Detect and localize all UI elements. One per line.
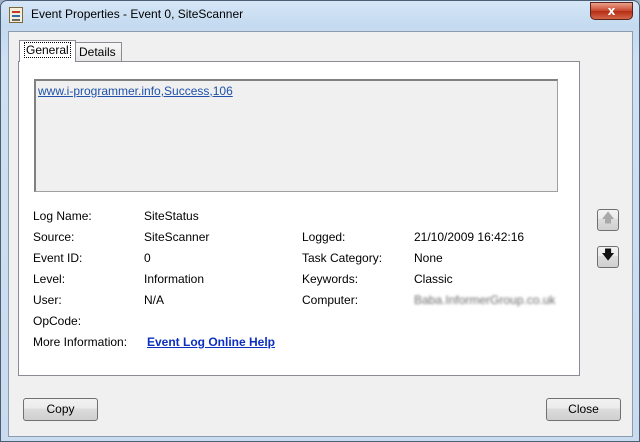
window-close-button[interactable]: x <box>590 2 633 20</box>
previous-event-button[interactable]: 🡅 <box>597 209 619 231</box>
arrow-down-icon: 🡇 <box>601 248 615 263</box>
tab-details[interactable]: Details <box>73 42 122 62</box>
arrow-up-icon: 🡅 <box>601 211 615 226</box>
event-id-value: 0 <box>144 251 151 265</box>
event-message-box[interactable]: www.i-programmer.info,Success,106 <box>34 79 558 192</box>
user-label: User: <box>33 293 62 307</box>
event-message-text[interactable]: www.i-programmer.info,Success,106 <box>38 84 233 98</box>
event-id-label: Event ID: <box>33 251 83 265</box>
source-value: SiteScanner <box>144 230 210 244</box>
level-value: Information <box>144 272 205 286</box>
level-label: Level: <box>33 272 66 286</box>
title-bar[interactable]: Event Properties - Event 0, SiteScanner … <box>1 1 639 29</box>
log-name-value: SiteStatus <box>144 209 199 223</box>
tab-general[interactable]: General <box>19 40 76 62</box>
general-tab-panel: www.i-programmer.info,Success,106 Log Na… <box>18 61 580 376</box>
logged-label: Logged: <box>302 230 346 244</box>
tab-general-label: General <box>24 42 71 58</box>
opcode-label: OpCode: <box>33 314 82 328</box>
logged-value: 21/10/2009 16:42:16 <box>414 230 525 244</box>
task-category-label: Task Category: <box>302 251 383 265</box>
user-value: N/A <box>144 293 165 307</box>
source-label: Source: <box>33 230 75 244</box>
event-viewer-icon <box>9 7 23 23</box>
tab-details-label: Details <box>79 45 116 59</box>
task-category-value: None <box>414 251 443 265</box>
keywords-value: Classic <box>414 272 453 286</box>
next-event-button[interactable]: 🡇 <box>597 246 619 268</box>
more-information-label: More Information: <box>33 335 128 349</box>
event-properties-window: Event Properties - Event 0, SiteScanner … <box>0 0 640 442</box>
computer-value: Baba.InformerGroup.co.uk <box>414 293 556 307</box>
window-title: Event Properties - Event 0, SiteScanner <box>31 7 244 21</box>
copy-button[interactable]: Copy <box>23 398 98 421</box>
keywords-label: Keywords: <box>302 272 359 286</box>
log-name-label: Log Name: <box>33 209 92 223</box>
computer-label: Computer: <box>302 293 359 307</box>
dialog-client-area: General Details www.i-programmer.info,Su… <box>8 31 633 437</box>
close-button[interactable]: Close <box>546 398 621 421</box>
event-log-online-help-link[interactable]: Event Log Online Help <box>147 335 275 349</box>
